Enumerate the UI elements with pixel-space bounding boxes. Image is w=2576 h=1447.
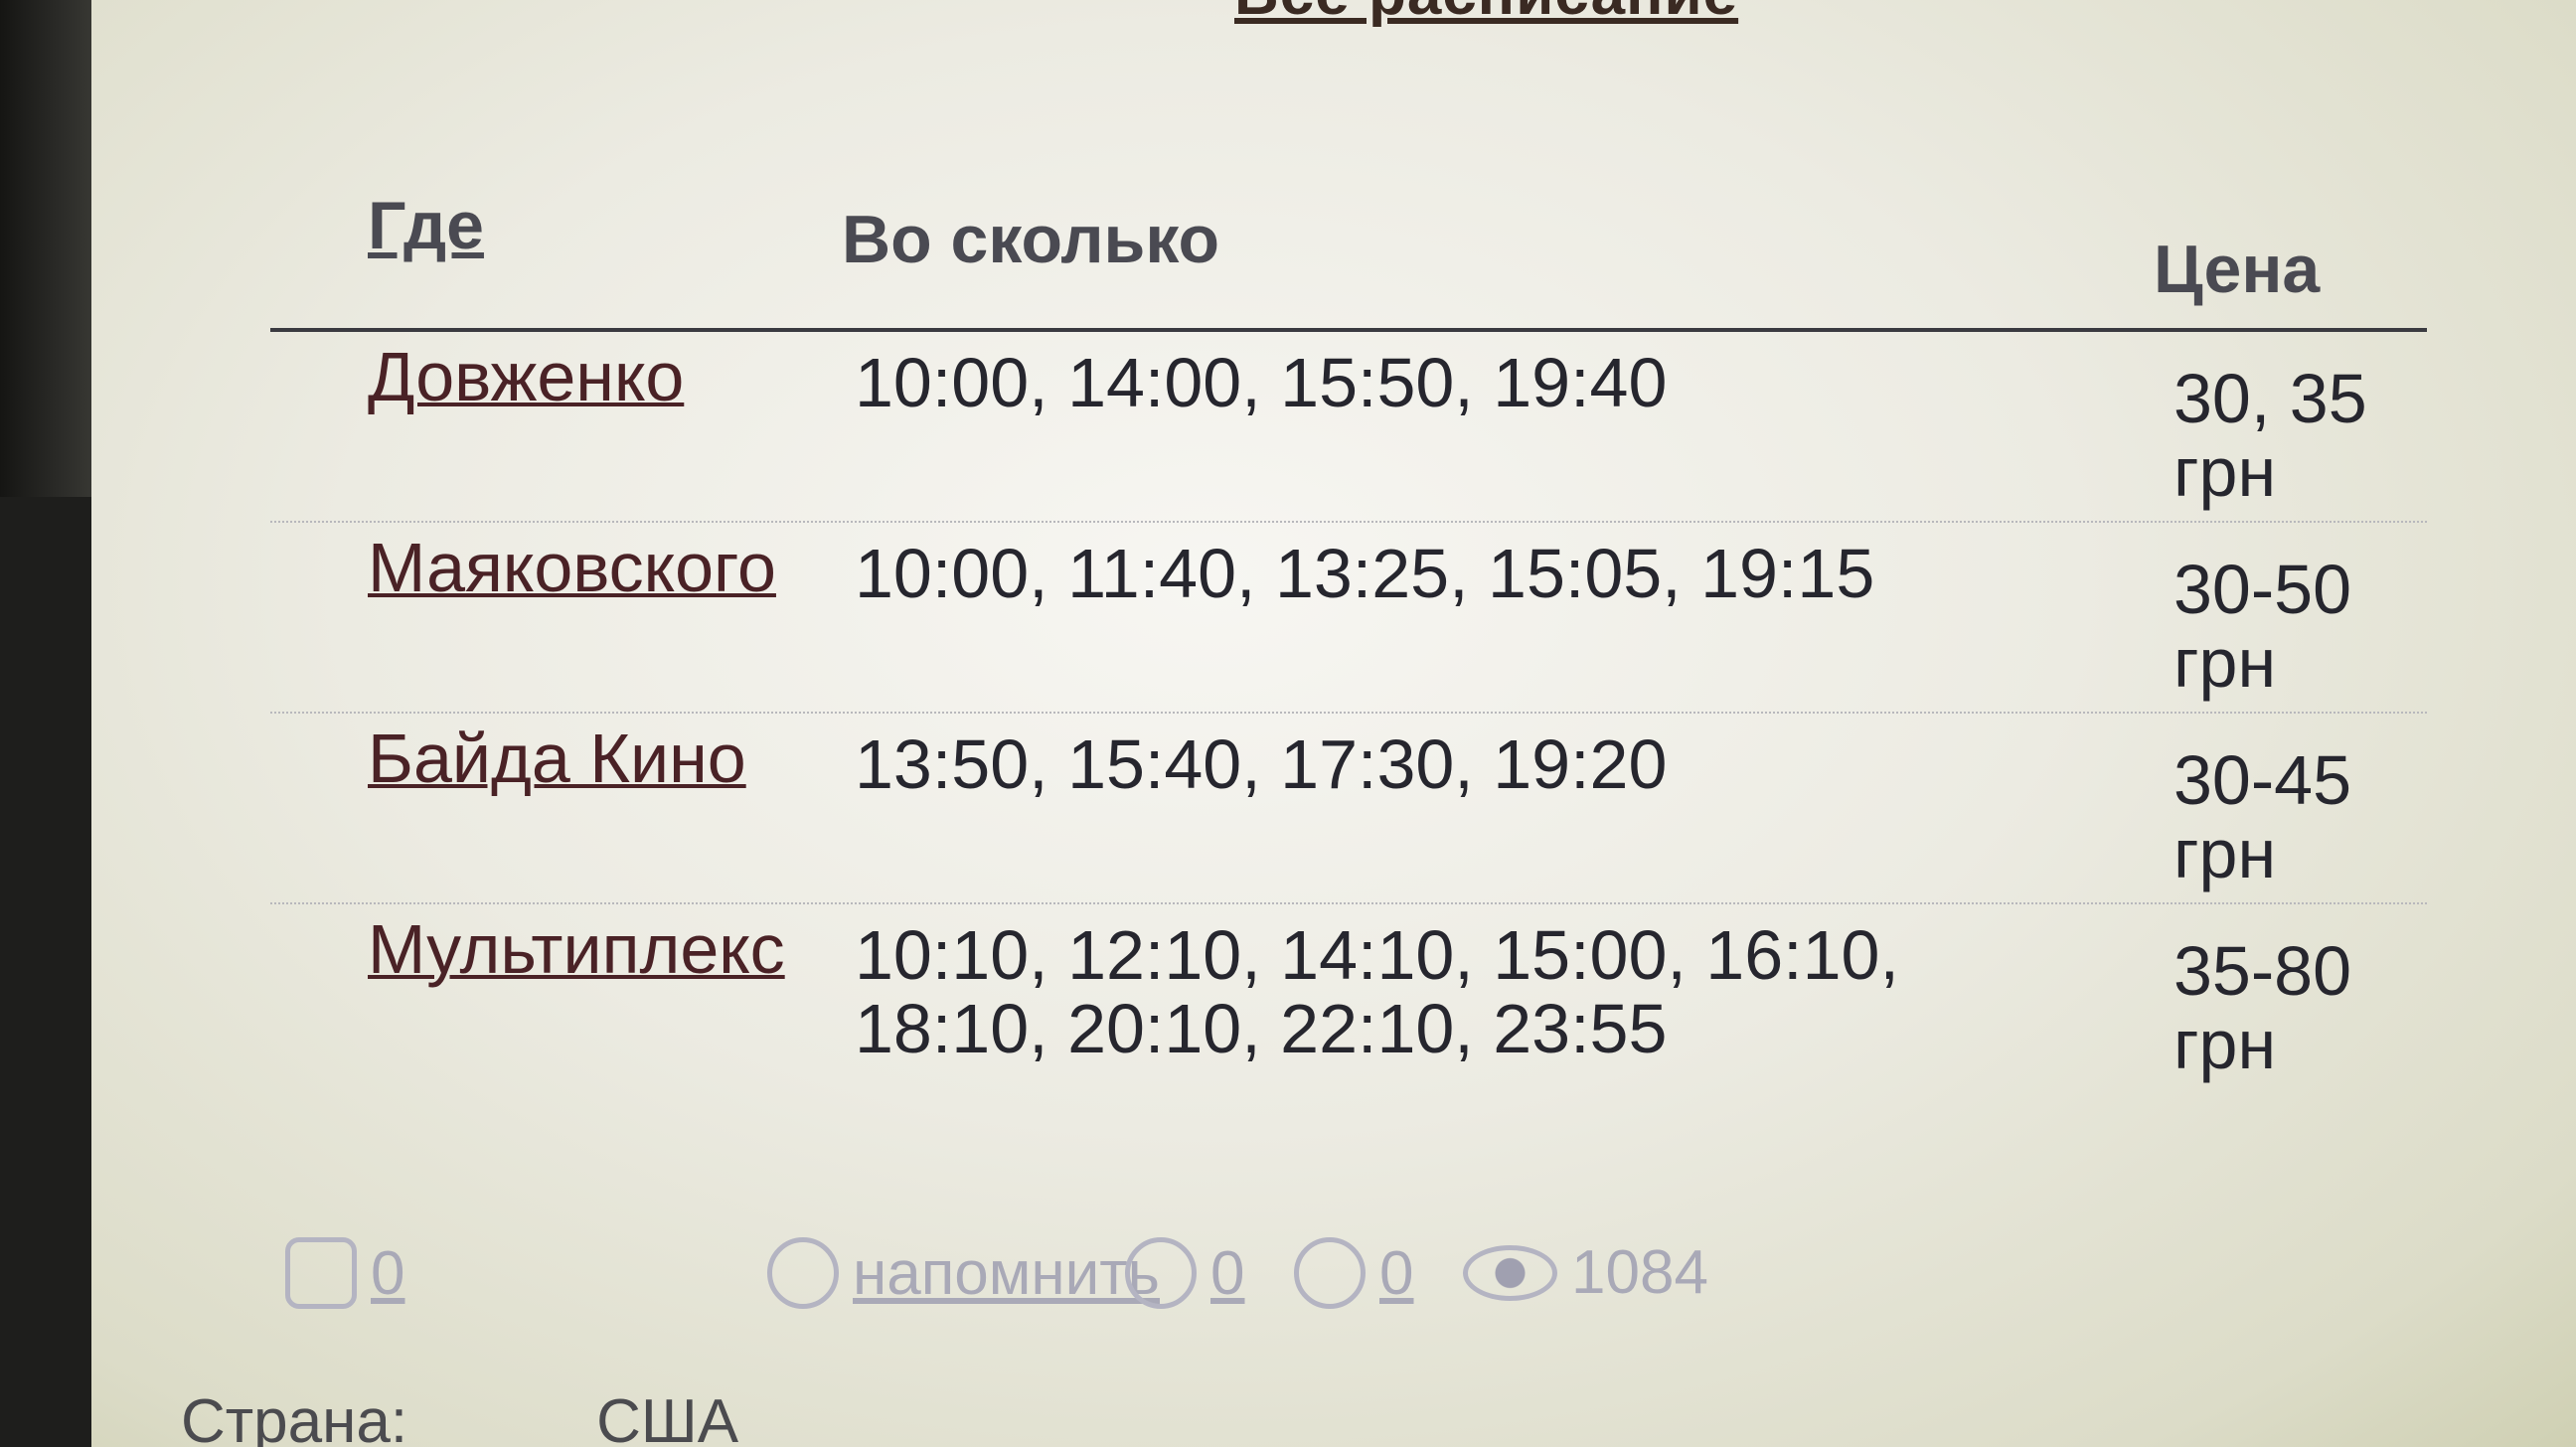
header-price: Цена: [2154, 232, 2321, 307]
showtimes-table: Где Во сколько Цена Довженко 10:00, 14:0…: [270, 179, 2427, 1113]
comment-bubble-icon: [1125, 1237, 1197, 1309]
remind-link[interactable]: напомнить: [853, 1238, 1160, 1309]
rating-count[interactable]: 0: [371, 1238, 404, 1309]
comments-count[interactable]: 0: [1210, 1238, 1244, 1309]
ticket-price: 30-45 грн: [2174, 741, 2352, 892]
views-counter: 1084: [1463, 1237, 1708, 1308]
country-label: Страна:: [181, 1387, 408, 1447]
showtimes: 13:50, 15:40, 17:30, 19:20: [855, 725, 1668, 803]
cinema-link[interactable]: Довженко: [368, 340, 684, 413]
film-details: Страна: США: [181, 1386, 738, 1447]
rating-button[interactable]: 0: [285, 1237, 404, 1309]
ticket-price: 35-80 грн: [2174, 932, 2352, 1083]
table-row: Маяковского 10:00, 11:40, 13:25, 15:05, …: [270, 523, 2427, 714]
table-row: Мультиплекс 10:10, 12:10, 14:10, 15:00, …: [270, 904, 2427, 1113]
cinema-link[interactable]: Маяковского: [368, 531, 776, 604]
cinema-link[interactable]: Байда Кино: [368, 722, 746, 795]
remind-button[interactable]: напомнить: [767, 1237, 1160, 1309]
cinema-link[interactable]: Мультиплекс: [368, 912, 785, 986]
likes-count[interactable]: 0: [1379, 1238, 1413, 1309]
likes-button[interactable]: 0: [1294, 1237, 1413, 1309]
comments-button[interactable]: 0: [1125, 1237, 1244, 1309]
header-where[interactable]: Где: [368, 187, 484, 264]
showtimes: 10:00, 11:40, 13:25, 15:05, 19:15: [855, 535, 1875, 612]
table-row: Байда Кино 13:50, 15:40, 17:30, 19:20 30…: [270, 714, 2427, 904]
ticket-price: 30-50 грн: [2174, 551, 2352, 702]
header-when: Во сколько: [842, 202, 1220, 277]
country-value: США: [596, 1387, 739, 1447]
star-rating-icon: [285, 1237, 357, 1309]
eye-icon: [1463, 1244, 1557, 1301]
ticket-price: 30, 35 грн: [2174, 360, 2367, 511]
showtimes: 10:10, 12:10, 14:10, 15:00, 16:10, 18:10…: [855, 916, 1899, 1067]
person-like-icon: [1294, 1237, 1366, 1309]
monitor-bezel-lower: [0, 497, 94, 1447]
all-schedule-link[interactable]: Все расписание: [1234, 0, 1738, 29]
table-row: Довженко 10:00, 14:00, 15:50, 19:40 30, …: [270, 332, 2427, 523]
showtimes: 10:00, 14:00, 15:50, 19:40: [855, 344, 1668, 421]
action-bar: 0 напомнить 0 0 1084: [270, 1227, 2457, 1337]
browser-page: Все расписание Где Во сколько Цена Довже…: [91, 0, 2576, 1447]
table-header: Где Во сколько Цена: [270, 179, 2427, 332]
alarm-clock-icon: [767, 1237, 839, 1309]
views-count: 1084: [1571, 1238, 1708, 1307]
